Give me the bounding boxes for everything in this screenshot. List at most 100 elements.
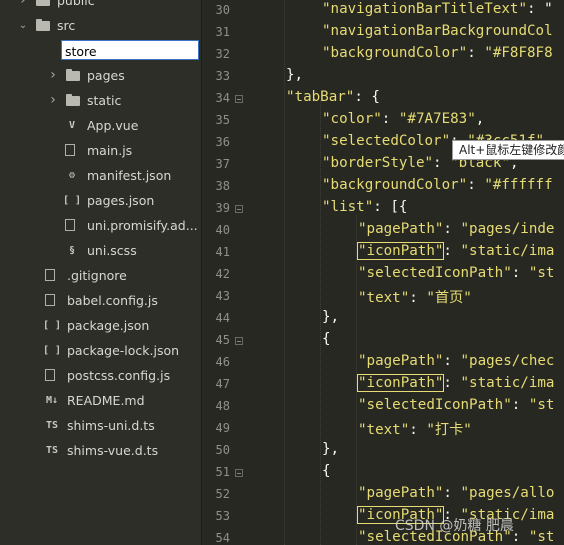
code-token: : xyxy=(443,485,461,501)
code-token: : xyxy=(511,529,529,545)
code-token: : xyxy=(443,243,461,259)
line-number: 51 xyxy=(215,465,230,479)
code-line[interactable]: "pagePath": "pages/inde xyxy=(358,221,554,237)
code-line[interactable]: "text": "打卡" xyxy=(358,419,472,439)
code-line[interactable]: "list": [{ xyxy=(322,199,407,215)
code-token: : xyxy=(409,422,427,438)
tree-item-label: package.json xyxy=(67,318,150,333)
code-line[interactable]: "backgroundColor": "#F8F8F8 xyxy=(322,45,553,61)
indent-guide xyxy=(320,100,321,545)
tree-item[interactable]: TS shims-vue.d.ts xyxy=(0,438,201,463)
tree-item-label: babel.config.js xyxy=(67,293,158,308)
code-token: : " xyxy=(527,1,553,17)
chevron-right-icon[interactable]: › xyxy=(18,0,28,13)
tree-item[interactable]: › public xyxy=(0,0,201,13)
fold-toggle-icon[interactable] xyxy=(235,469,243,477)
tree-item[interactable]: uni.promisify.ad... xyxy=(0,213,201,238)
code-token: "iconPath" xyxy=(356,374,445,392)
code-line[interactable]: "selectedIconPath": "st xyxy=(358,397,554,413)
folder-icon xyxy=(36,0,50,6)
code-token: "pagePath" xyxy=(358,221,444,237)
code-token: "st xyxy=(528,397,555,413)
code-token: "#7A7E83" xyxy=(398,111,476,127)
color-picker-tooltip: Alt+鼠标左键修改颜 xyxy=(452,140,564,160)
json-icon: [ ] xyxy=(42,320,62,331)
code-token: "text" xyxy=(358,422,410,438)
code-line[interactable]: "pagePath": "pages/chec xyxy=(358,353,554,369)
code-line[interactable]: "pagePath": "pages/allo xyxy=(358,485,554,501)
chevron-right-icon[interactable]: › xyxy=(48,88,58,113)
line-number: 40 xyxy=(215,223,230,237)
code-token: : xyxy=(511,265,529,281)
code-token: "#F8F8F8 xyxy=(484,45,553,61)
tree-item-label: pages.json xyxy=(87,193,155,208)
tree-item[interactable]: main.js xyxy=(0,138,201,163)
tree-item[interactable]: postcss.config.js xyxy=(0,363,201,388)
code-token: : xyxy=(381,111,399,127)
code-line[interactable]: "iconPath": "static/ima xyxy=(356,242,554,260)
line-number: 42 xyxy=(215,267,230,281)
tree-item[interactable]: TS shims-uni.d.ts xyxy=(0,413,201,438)
chevron-down-icon[interactable]: ⌄ xyxy=(18,13,28,38)
line-number: 44 xyxy=(215,311,230,325)
code-line[interactable]: }, xyxy=(322,441,339,457)
code-line[interactable]: "navigationBarTitleText": " xyxy=(322,1,553,17)
code-token: "text" xyxy=(358,290,410,306)
tree-item[interactable]: § uni.scss xyxy=(0,238,201,263)
code-token: "navigationBarTitleText" xyxy=(322,1,527,17)
code-line[interactable]: "selectedIconPath": "st xyxy=(358,265,554,281)
ts-icon: TS xyxy=(45,445,59,456)
line-number: 43 xyxy=(215,289,230,303)
tree-item[interactable]: ⚙ manifest.json xyxy=(0,163,201,188)
tree-item[interactable]: › pages xyxy=(0,63,201,88)
code-token: : { xyxy=(354,89,380,105)
js-file-icon xyxy=(45,369,55,381)
tree-item-label: public xyxy=(57,0,95,8)
tree-item-label: uni.promisify.ad... xyxy=(87,218,198,233)
tree-item[interactable]: ⌄ src xyxy=(0,13,201,38)
code-line[interactable]: "navigationBarBackgroundCol xyxy=(322,23,553,39)
rename-folder-box[interactable] xyxy=(61,40,201,61)
vue-icon: V xyxy=(68,120,76,131)
tree-item[interactable]: [ ] package.json xyxy=(0,313,201,338)
code-line[interactable]: "color": "#7A7E83", xyxy=(322,111,484,127)
tree-item-label: uni.scss xyxy=(87,243,137,258)
tree-item[interactable]: V App.vue xyxy=(0,113,201,138)
code-token: "pages/inde xyxy=(460,221,555,237)
fold-toggle-icon[interactable] xyxy=(235,95,243,103)
line-number: 53 xyxy=(215,509,230,523)
line-number: 41 xyxy=(215,245,230,259)
rename-input[interactable] xyxy=(62,42,201,61)
code-line[interactable]: { xyxy=(322,463,331,479)
code-token: "borderStyle" xyxy=(322,155,434,171)
tree-item[interactable]: [ ] package-lock.json xyxy=(0,338,201,363)
code-line[interactable]: "text": "首页" xyxy=(358,287,472,307)
fold-toggle-icon[interactable] xyxy=(235,337,243,345)
tree-item-label: .gitignore xyxy=(67,268,127,283)
tree-item[interactable]: › static xyxy=(0,88,201,113)
tree-item[interactable]: babel.config.js xyxy=(0,288,201,313)
code-line[interactable]: "tabBar": { xyxy=(286,89,380,105)
code-token: "pagePath" xyxy=(358,485,444,501)
code-line[interactable]: }, xyxy=(322,309,339,325)
indent-guide xyxy=(284,0,285,545)
scss-icon: § xyxy=(68,245,76,256)
code-line[interactable]: { xyxy=(322,331,331,347)
code-line[interactable]: "backgroundColor": "#ffffff xyxy=(322,177,553,193)
chevron-right-icon[interactable]: › xyxy=(48,63,58,88)
code-token: "color" xyxy=(322,111,382,127)
code-token: "pages/chec xyxy=(460,353,555,369)
line-number: 49 xyxy=(215,421,230,435)
tree-item[interactable]: M↓ README.md xyxy=(0,388,201,413)
markdown-icon: M↓ xyxy=(45,395,59,406)
tree-item[interactable]: [ ] pages.json xyxy=(0,188,201,213)
tree-item-label: src xyxy=(57,18,76,33)
code-token: "backgroundColor" xyxy=(322,45,468,61)
line-number: 46 xyxy=(215,355,230,369)
code-line[interactable]: "iconPath": "static/ima xyxy=(356,374,554,392)
code-line[interactable]: }, xyxy=(286,67,303,83)
fold-toggle-icon[interactable] xyxy=(235,205,243,213)
tree-item[interactable]: .gitignore xyxy=(0,263,201,288)
code-token: }, xyxy=(322,309,340,325)
code-editor[interactable]: 30 "navigationBarTitleText": " 31 "navigati… xyxy=(202,0,564,545)
